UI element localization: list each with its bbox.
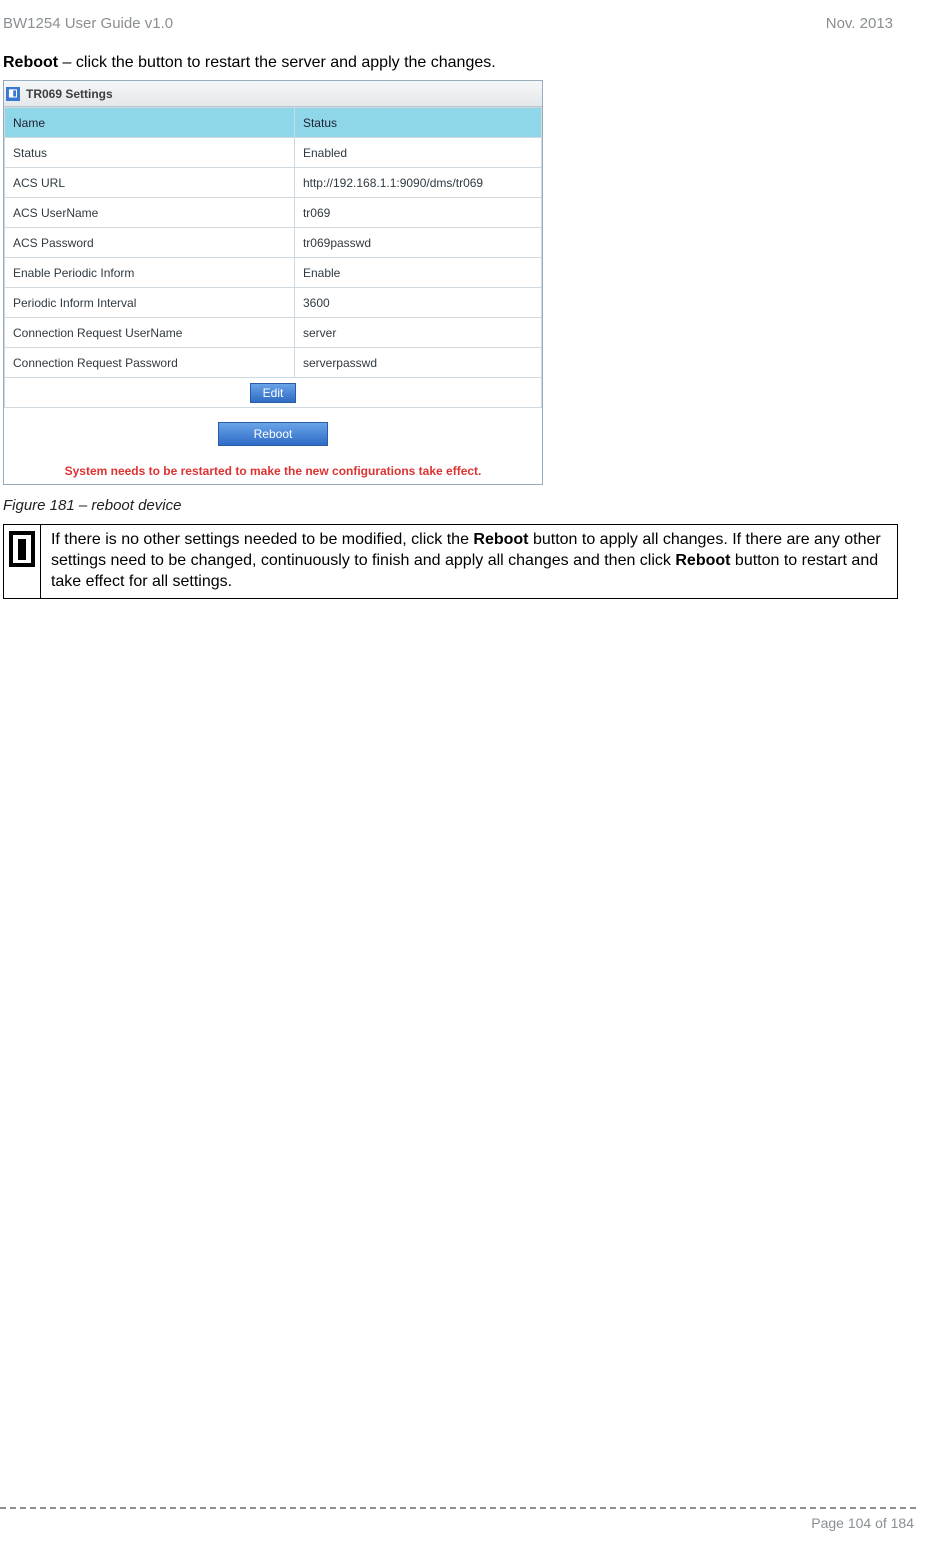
table-row: Enable Periodic InformEnable <box>5 258 542 288</box>
settings-table: Name Status StatusEnabled ACS URLhttp://… <box>4 107 542 408</box>
reboot-word: Reboot <box>3 54 58 71</box>
info-callout: If there is no other settings needed to … <box>3 524 898 599</box>
table-row: ACS UserNametr069 <box>5 198 542 228</box>
window-icon: ◧ <box>6 87 20 101</box>
table-row: StatusEnabled <box>5 138 542 168</box>
info-icon <box>9 531 35 567</box>
col-status: Status <box>294 108 541 138</box>
table-row: Connection Request Passwordserverpasswd <box>5 348 542 378</box>
edit-row: Edit <box>5 378 542 408</box>
page-footer: Page 104 of 184 <box>0 1507 916 1531</box>
edit-button[interactable]: Edit <box>250 383 297 403</box>
tr069-settings-panel: ◧ TR069 Settings Name Status StatusEnabl… <box>3 80 543 485</box>
page-header: BW1254 User Guide v1.0 Nov. 2013 <box>0 15 916 42</box>
reboot-button[interactable]: Reboot <box>218 422 328 446</box>
figure-caption: Figure 181 – reboot device <box>3 497 916 514</box>
callout-text: If there is no other settings needed to … <box>41 525 897 598</box>
reboot-description: Reboot – click the button to restart the… <box>3 54 916 72</box>
panel-title: TR069 Settings <box>26 87 113 101</box>
table-row: Periodic Inform Interval3600 <box>5 288 542 318</box>
callout-icon-cell <box>4 525 41 598</box>
table-row: ACS Passwordtr069passwd <box>5 228 542 258</box>
table-row: Connection Request UserNameserver <box>5 318 542 348</box>
table-header-row: Name Status <box>5 108 542 138</box>
reboot-row: Reboot <box>4 408 542 454</box>
page-number: Page 104 of 184 <box>0 1515 916 1531</box>
reboot-rest: – click the button to restart the server… <box>58 54 496 71</box>
header-left: BW1254 User Guide v1.0 <box>3 15 173 32</box>
panel-titlebar: ◧ TR069 Settings <box>4 81 542 107</box>
col-name: Name <box>5 108 295 138</box>
header-right: Nov. 2013 <box>826 15 893 32</box>
restart-warning: System needs to be restarted to make the… <box>8 464 538 478</box>
table-row: ACS URLhttp://192.168.1.1:9090/dms/tr069 <box>5 168 542 198</box>
footer-separator <box>0 1507 916 1509</box>
